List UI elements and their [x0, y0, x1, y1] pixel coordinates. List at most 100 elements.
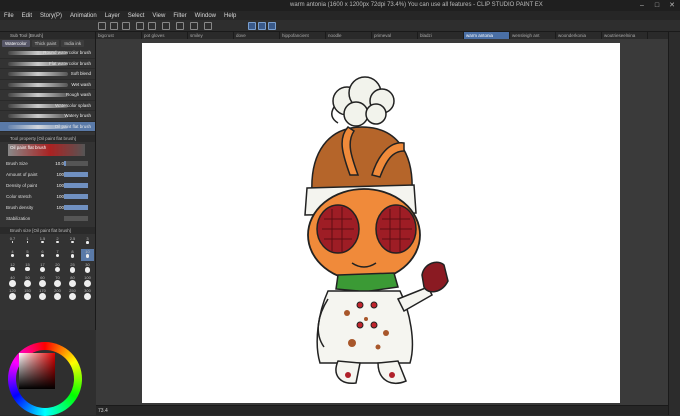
subtab-thick-paint[interactable]: Thick paint: [31, 40, 60, 47]
property-slider[interactable]: [64, 172, 88, 177]
snap-ruler-icon[interactable]: [248, 22, 256, 30]
brush-size-option[interactable]: 7: [51, 249, 64, 261]
brush-size-option[interactable]: 300: [81, 288, 94, 300]
menu-select[interactable]: Select: [128, 13, 145, 19]
brush-size-dot: [24, 280, 31, 287]
tab-dove[interactable]: dove: [234, 32, 280, 39]
brush-size-option[interactable]: 2: [51, 236, 64, 248]
transform-icon[interactable]: [176, 22, 184, 30]
maximize-icon[interactable]: □: [651, 0, 663, 11]
undo-icon[interactable]: [136, 22, 144, 30]
minimize-icon[interactable]: –: [636, 0, 648, 11]
selection-icon[interactable]: [204, 22, 212, 30]
brush-size-option[interactable]: 15: [21, 262, 34, 274]
tab-warm-antonia[interactable]: warm antonia: [464, 32, 510, 39]
menu-layer[interactable]: Layer: [105, 13, 120, 19]
brush-size-option[interactable]: 10: [81, 249, 94, 261]
brush-size-option[interactable]: 250: [66, 288, 79, 300]
brush-size-dot: [39, 280, 46, 287]
snap-grid-icon[interactable]: [268, 22, 276, 30]
brush-label: Oil paint flat brush: [54, 123, 91, 129]
canvas[interactable]: [142, 43, 620, 403]
brush-size-option[interactable]: 200: [51, 288, 64, 300]
subtab-watercolor[interactable]: Watercolor: [2, 40, 30, 47]
tab-woutrieseelnina[interactable]: woutrieseelnina: [602, 32, 648, 39]
property-slider[interactable]: [64, 216, 88, 221]
tab-primeval[interactable]: primeval: [372, 32, 418, 39]
color-saturation-square[interactable]: [19, 353, 55, 389]
menu-view[interactable]: View: [152, 13, 165, 19]
menu-help[interactable]: Help: [224, 13, 236, 19]
property-slider[interactable]: [64, 194, 88, 199]
brush-size-option[interactable]: 17: [36, 262, 49, 274]
brush-item[interactable]: Wet wash: [0, 80, 95, 90]
brush-item[interactable]: Watery brush: [0, 111, 95, 122]
property-slider[interactable]: [64, 205, 88, 210]
brush-size-option[interactable]: 120: [6, 288, 19, 300]
tab-bladzi[interactable]: bladzi: [418, 32, 464, 39]
menu-edit[interactable]: Edit: [22, 13, 32, 19]
brush-size-option[interactable]: 5: [21, 249, 34, 261]
brush-size-option[interactable]: 20: [51, 262, 64, 274]
brush-item[interactable]: Soft blend: [0, 69, 95, 80]
brush-size-option[interactable]: 40: [6, 275, 19, 287]
property-color-stretch[interactable]: Color stretch 100: [0, 191, 95, 202]
menu-filter[interactable]: Filter: [173, 13, 186, 19]
brush-size-option[interactable]: 80: [66, 275, 79, 287]
tab-wensleigh-ant[interactable]: wensleigh ant: [510, 32, 556, 39]
brush-item[interactable]: Flat watercolor brush: [0, 59, 95, 69]
brush-size-option[interactable]: 2.5: [66, 236, 79, 248]
brush-size-option[interactable]: 60: [36, 275, 49, 287]
tab-smiley[interactable]: smiley: [188, 32, 234, 39]
brush-item[interactable]: Watercolor splash: [0, 101, 95, 111]
brush-item-selected[interactable]: Oil paint flat brush: [0, 121, 95, 132]
brush-size-option[interactable]: 25: [66, 262, 79, 274]
menu-file[interactable]: File: [4, 13, 14, 19]
new-file-icon[interactable]: [98, 22, 106, 30]
brush-size-option[interactable]: 50: [21, 275, 34, 287]
brush-size-option[interactable]: 30: [81, 262, 94, 274]
menu-animation[interactable]: Animation: [70, 13, 97, 19]
brush-size-option[interactable]: 1: [21, 236, 34, 248]
brush-size-option[interactable]: 150: [21, 288, 34, 300]
clear-icon[interactable]: [162, 22, 170, 30]
brush-size-option[interactable]: 170: [36, 288, 49, 300]
tab-noodle[interactable]: noodle: [326, 32, 372, 39]
property-amount-of-paint[interactable]: Amount of paint 100: [0, 169, 95, 180]
brush-size-option[interactable]: 3: [81, 236, 94, 248]
menu-story[interactable]: Story(P): [40, 13, 62, 19]
property-brush-density[interactable]: Brush density 100: [0, 202, 95, 213]
property-slider-fill: [64, 172, 88, 177]
tab-bigcrust[interactable]: bigcrust: [96, 32, 142, 39]
tab-woonderkonia[interactable]: woonderkonia: [556, 32, 602, 39]
close-icon[interactable]: ✕: [666, 0, 678, 11]
property-density-of-paint[interactable]: Density of paint 100: [0, 180, 95, 191]
shoes: [335, 360, 407, 384]
brush-size-option[interactable]: 8: [66, 249, 79, 261]
tab-pot-gloves[interactable]: pot gloves: [142, 32, 188, 39]
zoom-value[interactable]: 73.4: [98, 408, 108, 414]
save-icon[interactable]: [122, 22, 130, 30]
brush-size-option[interactable]: 12: [6, 262, 19, 274]
brush-size-option[interactable]: 0.7: [6, 236, 19, 248]
property-slider[interactable]: [64, 161, 88, 166]
property-stabilization[interactable]: Stabilization: [0, 213, 95, 224]
property-slider-fill: [64, 183, 88, 188]
menu-window[interactable]: Window: [195, 13, 216, 19]
deselect-icon[interactable]: [190, 22, 198, 30]
brush-size-option[interactable]: 1.5: [36, 236, 49, 248]
brush-preview-label: Oil paint flat brush: [10, 145, 47, 150]
property-slider[interactable]: [64, 183, 88, 188]
brush-item[interactable]: Rough wash: [0, 90, 95, 101]
brush-size-option[interactable]: 100: [81, 275, 94, 287]
tab-hippofancient[interactable]: hippofancient: [280, 32, 326, 39]
snap-special-ruler-icon[interactable]: [258, 22, 266, 30]
brush-size-option[interactable]: 70: [51, 275, 64, 287]
brush-size-option[interactable]: 6: [36, 249, 49, 261]
redo-icon[interactable]: [148, 22, 156, 30]
property-brush-size[interactable]: Brush Size 10.0: [0, 158, 95, 169]
brush-size-option[interactable]: 4: [6, 249, 19, 261]
brush-item[interactable]: Round watercolor brush: [0, 48, 95, 59]
subtab-india-ink[interactable]: India ink: [61, 40, 85, 47]
open-file-icon[interactable]: [110, 22, 118, 30]
